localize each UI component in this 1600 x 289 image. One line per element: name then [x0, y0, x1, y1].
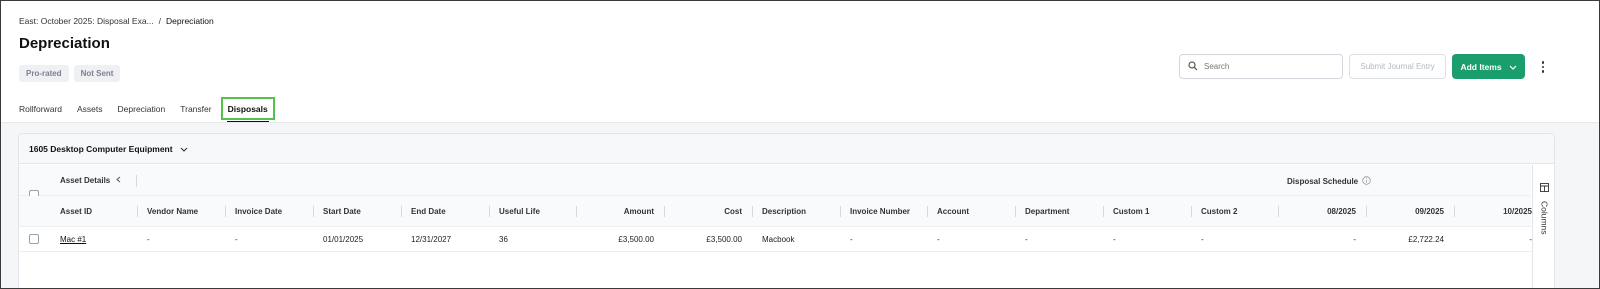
cell-department: -: [1025, 234, 1028, 244]
cell-custom-1: -: [1113, 234, 1116, 244]
col-department[interactable]: Department: [1015, 196, 1103, 226]
tab-transfer[interactable]: Transfer: [180, 97, 211, 120]
tab-rollforward[interactable]: Rollforward: [19, 97, 62, 120]
chevron-down-icon[interactable]: [180, 144, 188, 154]
breadcrumb-current: Depreciation: [166, 16, 214, 26]
columns-side-panel-toggle[interactable]: Columns: [1532, 165, 1554, 288]
asset-details-group[interactable]: Asset Details: [60, 176, 121, 185]
cell-custom-2: -: [1201, 234, 1204, 244]
info-icon[interactable]: [1362, 176, 1371, 187]
submit-journal-entry-button[interactable]: Submit Journal Entry: [1349, 54, 1446, 79]
cell-start-date: 01/01/2025: [323, 234, 364, 244]
cell-asset-id: Mac #1: [50, 227, 137, 251]
tab-assets[interactable]: Assets: [77, 97, 103, 120]
table-row[interactable]: Mac #1 - - 01/01/2025 12/31/2027 36 £3,5…: [19, 227, 1532, 252]
cell-amount: £3,500.00: [618, 234, 654, 244]
chevron-down-icon: [1509, 62, 1517, 72]
col-amount[interactable]: Amount: [576, 196, 664, 226]
col-vendor-name[interactable]: Vendor Name: [137, 196, 225, 226]
chevron-left-icon[interactable]: [116, 176, 121, 185]
not-sent-badge: Not Sent: [73, 65, 121, 82]
columns-label: Columns: [1539, 201, 1550, 235]
add-items-label: Add Items: [1460, 61, 1502, 72]
cell-end-date: 12/31/2027: [411, 234, 452, 244]
cell-vendor-name: -: [147, 234, 150, 244]
group-title: 1605 Desktop Computer Equipment: [29, 143, 173, 154]
search-input[interactable]: [1204, 62, 1334, 71]
col-asset-id[interactable]: Asset ID: [50, 196, 137, 226]
col-useful-life[interactable]: Useful Life: [489, 196, 576, 226]
col-custom-1[interactable]: Custom 1: [1103, 196, 1191, 226]
cell-invoice-date: -: [235, 234, 238, 244]
columns-icon: [1540, 179, 1549, 197]
col-account[interactable]: Account: [927, 196, 1015, 226]
search-icon: [1188, 58, 1198, 76]
group-divider: [136, 175, 137, 187]
tab-disposals[interactable]: Disposals: [220, 97, 275, 123]
col-invoice-date[interactable]: Invoice Date: [225, 196, 313, 226]
cell-description: Macbook: [762, 234, 795, 244]
col-cost[interactable]: Cost: [664, 196, 752, 226]
asset-details-label: Asset Details: [60, 176, 111, 185]
column-group-row: Asset Details Disposal Schedule: [19, 165, 1531, 200]
asset-id-link[interactable]: Mac #1: [60, 235, 86, 244]
cell-invoice-number: -: [850, 234, 853, 244]
col-custom-2[interactable]: Custom 2: [1191, 196, 1278, 226]
breadcrumb: East: October 2025: Disposal Exa... / De…: [19, 16, 214, 26]
col-invoice-number[interactable]: Invoice Number: [840, 196, 927, 226]
col-description[interactable]: Description: [752, 196, 840, 226]
col-10-2025[interactable]: 10/2025: [1454, 196, 1532, 226]
breadcrumb-separator: /: [158, 16, 162, 26]
tab-depreciation[interactable]: Depreciation: [118, 97, 166, 120]
cell-cost: £3,500.00: [706, 234, 742, 244]
cell-08-2025: -: [1353, 234, 1356, 244]
page-title: Depreciation: [19, 35, 110, 52]
disposal-schedule-label: Disposal Schedule: [1287, 177, 1359, 186]
search-box[interactable]: [1179, 54, 1343, 79]
asset-group-card: 1605 Desktop Computer Equipment Asset De…: [18, 133, 1555, 288]
col-end-date[interactable]: End Date: [401, 196, 489, 226]
more-options-icon[interactable]: [1536, 59, 1550, 75]
status-badges: Pro-rated Not Sent: [19, 65, 121, 82]
tab-bar: Rollforward Assets Depreciation Transfer…: [19, 97, 275, 123]
add-items-button[interactable]: Add Items: [1452, 54, 1525, 79]
cell-account: -: [937, 234, 940, 244]
app-frame: East: October 2025: Disposal Exa... / De…: [0, 0, 1600, 289]
pro-rated-badge: Pro-rated: [19, 65, 69, 82]
cell-useful-life: 36: [499, 234, 508, 244]
breadcrumb-parent-link[interactable]: East: October 2025: Disposal Exa...: [19, 16, 154, 26]
group-header[interactable]: 1605 Desktop Computer Equipment: [19, 134, 1554, 164]
column-header-row: Asset ID Vendor Name Invoice Date Start …: [19, 196, 1532, 227]
row-checkbox[interactable]: [29, 234, 39, 244]
asset-table: Asset Details Disposal Schedule Asset ID…: [19, 165, 1532, 252]
col-08-2025[interactable]: 08/2025: [1278, 196, 1366, 226]
disposal-schedule-group: Disposal Schedule: [1287, 176, 1371, 187]
cell-10-2025: -: [1529, 234, 1532, 244]
col-09-2025[interactable]: 09/2025: [1366, 196, 1454, 226]
cell-09-2025: £2,722.24: [1408, 234, 1444, 244]
col-start-date[interactable]: Start Date: [313, 196, 401, 226]
